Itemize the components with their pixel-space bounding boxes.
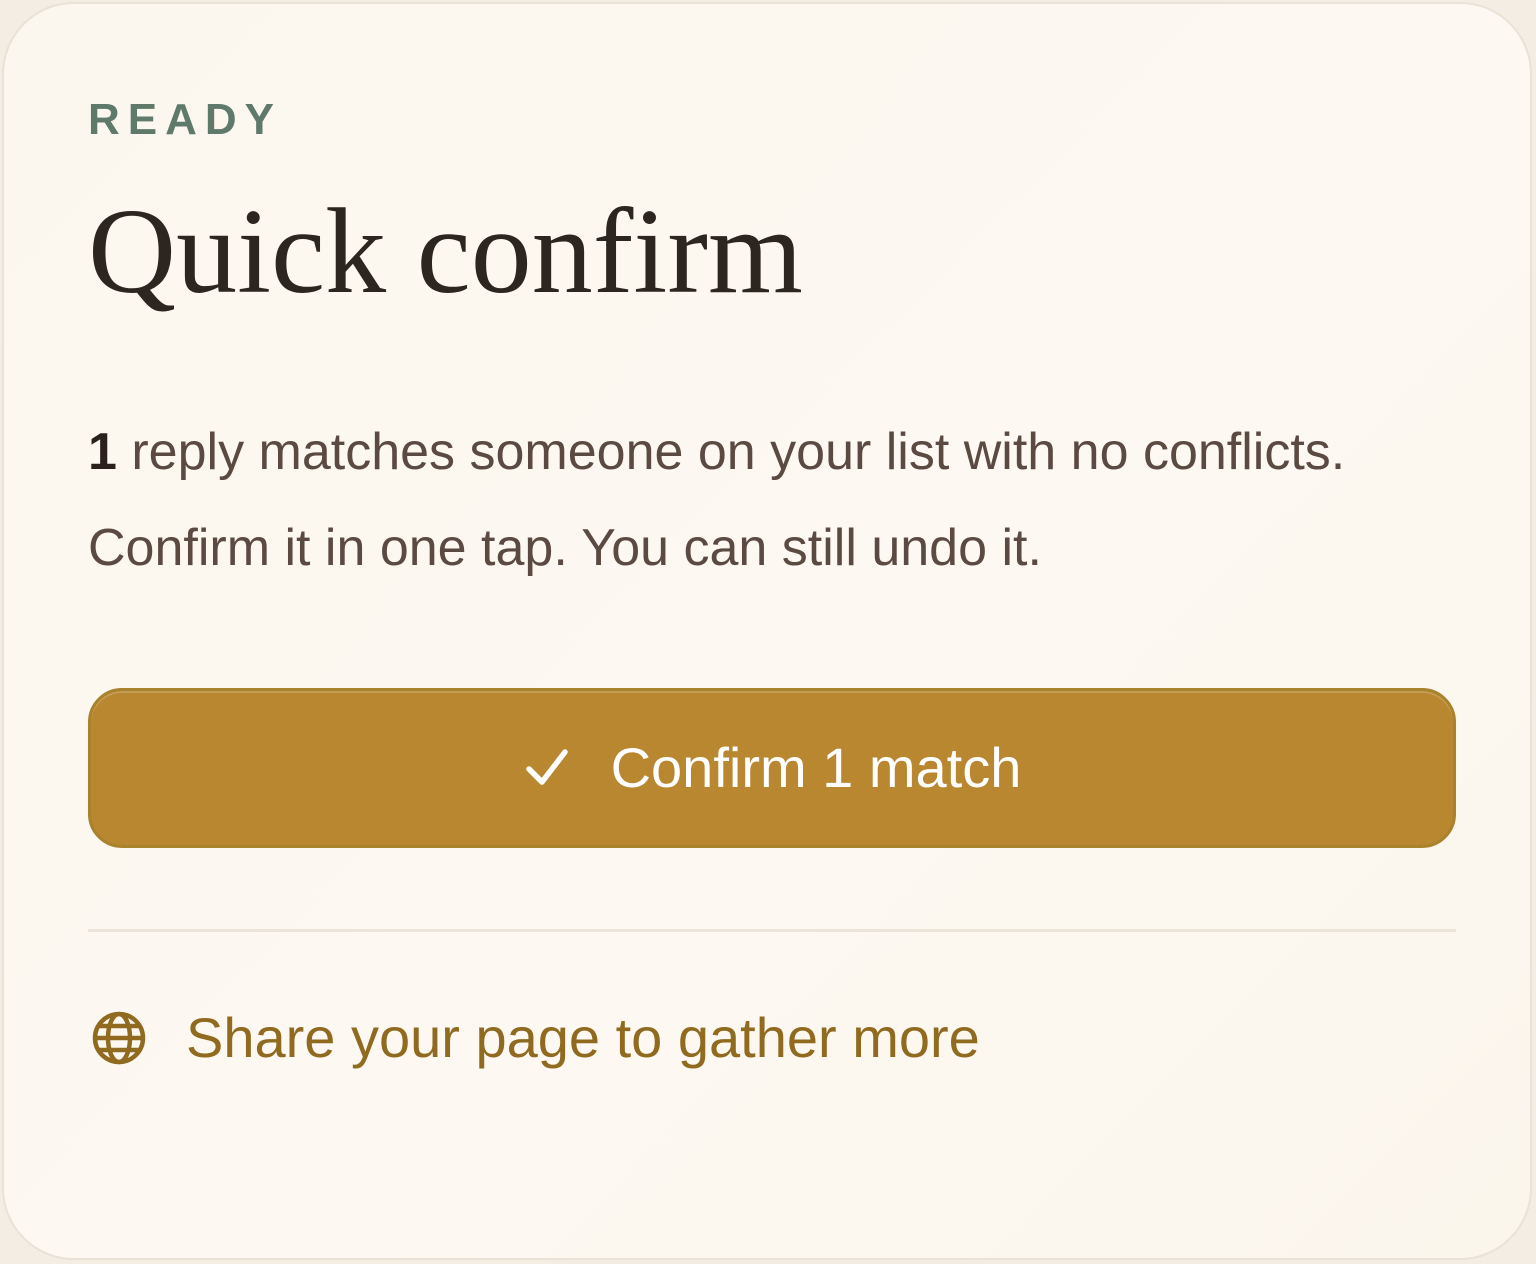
status-eyebrow: READY [88, 95, 283, 144]
card-title: Quick confirm [88, 184, 803, 319]
globe-icon [88, 1007, 150, 1069]
card-description: 1 reply matches someone on your list wit… [88, 404, 1468, 596]
share-page-link[interactable]: Share your page to gather more [88, 998, 980, 1078]
confirm-button-label: Confirm 1 match [610, 736, 1022, 799]
quick-confirm-card: READY Quick confirm 1 reply matches some… [2, 2, 1532, 1260]
section-divider [88, 929, 1456, 932]
match-count: 1 [88, 423, 117, 481]
description-text: reply matches someone on your list with … [88, 423, 1346, 577]
check-icon [523, 744, 571, 792]
share-link-label: Share your page to gather more [186, 1006, 980, 1069]
confirm-match-button[interactable]: Confirm 1 match [88, 688, 1456, 848]
